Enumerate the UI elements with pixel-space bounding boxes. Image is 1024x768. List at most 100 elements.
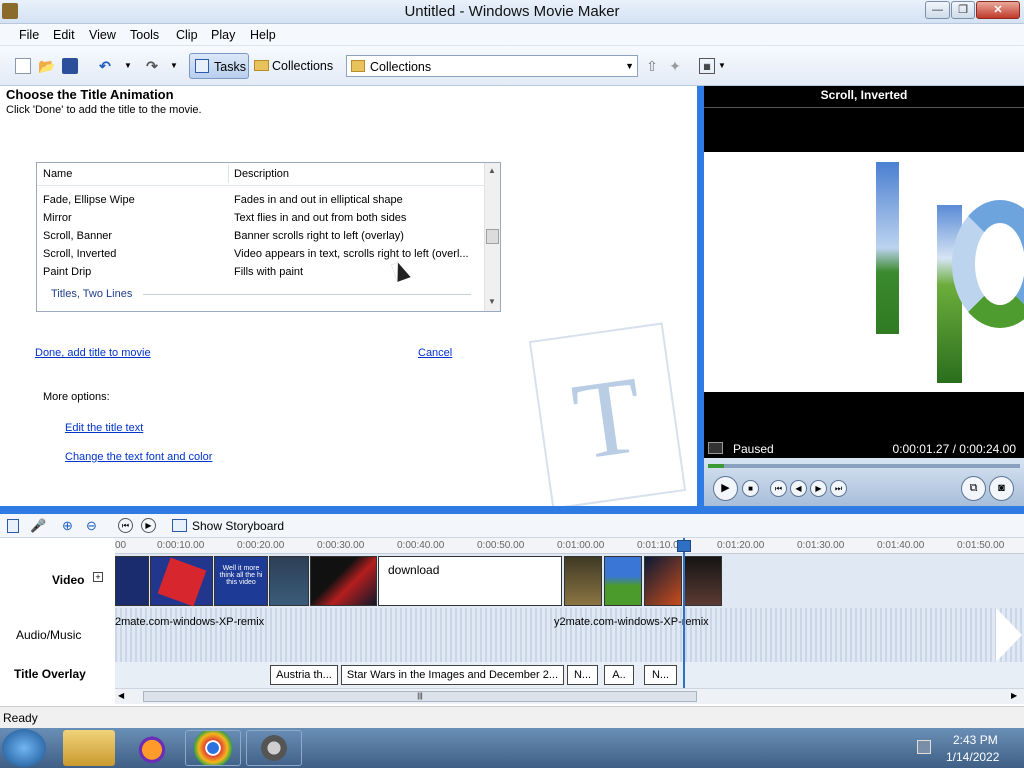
menu-file[interactable]: File [19, 28, 39, 42]
video-clip-label: download [388, 563, 440, 577]
column-header-name[interactable]: Name [43, 168, 72, 180]
views-dropdown-icon[interactable]: ▼ [714, 58, 730, 74]
collections-dropdown[interactable]: Collections ▼ [346, 55, 638, 77]
rewind-button[interactable]: ⏮ [770, 480, 787, 497]
scroll-thumb[interactable] [486, 229, 499, 244]
file-explorer-icon[interactable] [63, 730, 115, 766]
list-item[interactable]: Fade, Ellipse Wipe Fades in and out in el… [37, 191, 482, 209]
video-clip[interactable] [269, 556, 309, 606]
task-instruction: Click 'Done' to add the title to the mov… [6, 104, 202, 116]
zoom-out-icon[interactable]: ⊖ [86, 518, 97, 534]
close-button[interactable]: ✕ [976, 1, 1020, 19]
title-bar: Untitled - Windows Movie Maker — ❐ ✕ [0, 0, 1024, 24]
title-clip[interactable]: N... [644, 665, 677, 685]
change-font-color-link[interactable]: Change the text font and color [65, 449, 212, 463]
start-button[interactable] [2, 729, 46, 767]
menu-view[interactable]: View [89, 28, 116, 42]
new-project-icon[interactable] [15, 58, 31, 74]
redo-icon[interactable]: ↷ [144, 58, 160, 74]
firefox-icon[interactable] [126, 730, 178, 766]
video-clip[interactable] [644, 556, 682, 606]
show-storyboard-button[interactable]: Show Storyboard [192, 519, 284, 533]
animation-list[interactable]: Name Description Fade, Ellipse Wipe Fades… [36, 162, 501, 312]
menu-edit[interactable]: Edit [53, 28, 75, 42]
list-item-description: Fills with paint [234, 266, 304, 278]
minimize-button[interactable]: — [925, 1, 950, 19]
list-item[interactable]: Scroll, Banner Banner scrolls right to le… [37, 227, 482, 245]
cancel-link[interactable]: Cancel [418, 345, 452, 359]
timeline-scrollbar[interactable]: ◀ ||| ▶ [115, 688, 1024, 704]
timeline-toolbar: 🎤 ⊕ ⊖ ⏮ ▶ Show Storyboard [0, 514, 1024, 538]
menu-play[interactable]: Play [211, 28, 235, 42]
title-clip[interactable]: Austria th... [270, 665, 338, 685]
scroll-right-icon[interactable]: ▶ [1011, 691, 1017, 700]
menu-clip[interactable]: Clip [176, 28, 198, 42]
network-icon[interactable] [917, 740, 931, 754]
preview-video-frame [704, 152, 1024, 392]
title-clip[interactable]: Star Wars in the Images and December 2..… [341, 665, 564, 685]
play-timeline-icon[interactable]: ▶ [141, 518, 156, 533]
timeline-ruler[interactable]: 00 0:00:10.00 0:00:20.00 0:00:30.00 0:00… [115, 538, 1024, 554]
timeline-divider[interactable] [0, 506, 1024, 514]
undo-dropdown-icon[interactable]: ▼ [120, 58, 136, 74]
seek-bar[interactable] [708, 464, 1020, 468]
take-picture-button[interactable]: ◙ [989, 476, 1014, 501]
menu-tools[interactable]: Tools [130, 28, 159, 42]
edit-title-text-link[interactable]: Edit the title text [65, 420, 143, 434]
list-item-selected[interactable]: Scroll, Inverted Video appears in text, s… [37, 245, 482, 263]
open-folder-icon[interactable]: 📂 [38, 58, 55, 74]
views-icon[interactable]: ▦ [699, 58, 715, 74]
timeline-options-icon[interactable] [7, 519, 19, 533]
undo-icon[interactable]: ↶ [97, 58, 113, 74]
list-item[interactable]: Paint Drip Fills with paint [37, 263, 482, 281]
zoom-in-icon[interactable]: ⊕ [62, 518, 73, 534]
column-header-description[interactable]: Description [234, 168, 289, 180]
storyboard-icon[interactable] [172, 519, 187, 532]
video-clip[interactable] [115, 556, 149, 606]
inverted-letter-l [876, 162, 899, 334]
collections-button[interactable]: Collections [252, 53, 336, 79]
list-scrollbar[interactable]: ▲ ▼ [484, 163, 500, 311]
movie-maker-icon[interactable] [246, 730, 302, 766]
clock-date[interactable]: 1/14/2022 [946, 750, 999, 764]
video-clip[interactable]: Well it more think all the hi this video [214, 556, 268, 606]
playhead[interactable] [683, 538, 685, 688]
video-track[interactable]: Well it more think all the hi this video… [115, 554, 1024, 608]
menu-help[interactable]: Help [250, 28, 276, 42]
stop-button[interactable]: ■ [742, 480, 759, 497]
video-clip[interactable] [310, 556, 377, 606]
up-level-icon[interactable]: ⇧ [644, 58, 660, 74]
expand-video-icon[interactable]: + [93, 572, 103, 582]
scroll-left-icon[interactable]: ◀ [118, 691, 124, 700]
download-clip[interactable]: download [378, 556, 562, 606]
rewind-timeline-icon[interactable]: ⏮ [118, 518, 133, 533]
save-icon[interactable] [62, 58, 78, 74]
scroll-thumb[interactable]: ||| [143, 691, 697, 702]
title-overlay-track[interactable]: Austria th... Star Wars in the Images an… [115, 662, 1024, 688]
video-clip[interactable] [684, 556, 722, 606]
pane-divider[interactable] [697, 86, 704, 506]
video-clip[interactable] [564, 556, 602, 606]
playhead-handle[interactable] [677, 540, 691, 552]
next-frame-button[interactable]: ▶ [810, 480, 827, 497]
narrate-icon[interactable]: 🎤 [30, 518, 46, 534]
chrome-icon[interactable] [185, 730, 241, 766]
scroll-up-icon[interactable]: ▲ [488, 166, 496, 175]
scroll-down-icon[interactable]: ▼ [488, 297, 496, 306]
title-clip[interactable]: A.. [604, 665, 634, 685]
video-clip[interactable] [604, 556, 642, 606]
list-item[interactable]: Mirror Text flies in and out from both si… [37, 209, 482, 227]
clock-time[interactable]: 2:43 PM [953, 733, 998, 747]
fast-forward-button[interactable]: ⏭ [830, 480, 847, 497]
split-clip-button[interactable]: ⧉ [961, 476, 986, 501]
title-clip[interactable]: N... [567, 665, 598, 685]
play-button[interactable]: ▶ [713, 476, 738, 501]
maximize-button[interactable]: ❐ [951, 1, 975, 19]
previous-frame-button[interactable]: ◀ [790, 480, 807, 497]
new-collection-icon[interactable]: ✦ [667, 58, 683, 74]
done-link[interactable]: Done, add title to movie [35, 345, 151, 359]
redo-dropdown-icon[interactable]: ▼ [166, 58, 182, 74]
audio-track[interactable]: 2mate.com-windows-XP-remix y2mate.com-wi… [115, 608, 1024, 662]
tasks-button[interactable]: Tasks [189, 53, 249, 79]
video-clip[interactable] [150, 556, 213, 607]
